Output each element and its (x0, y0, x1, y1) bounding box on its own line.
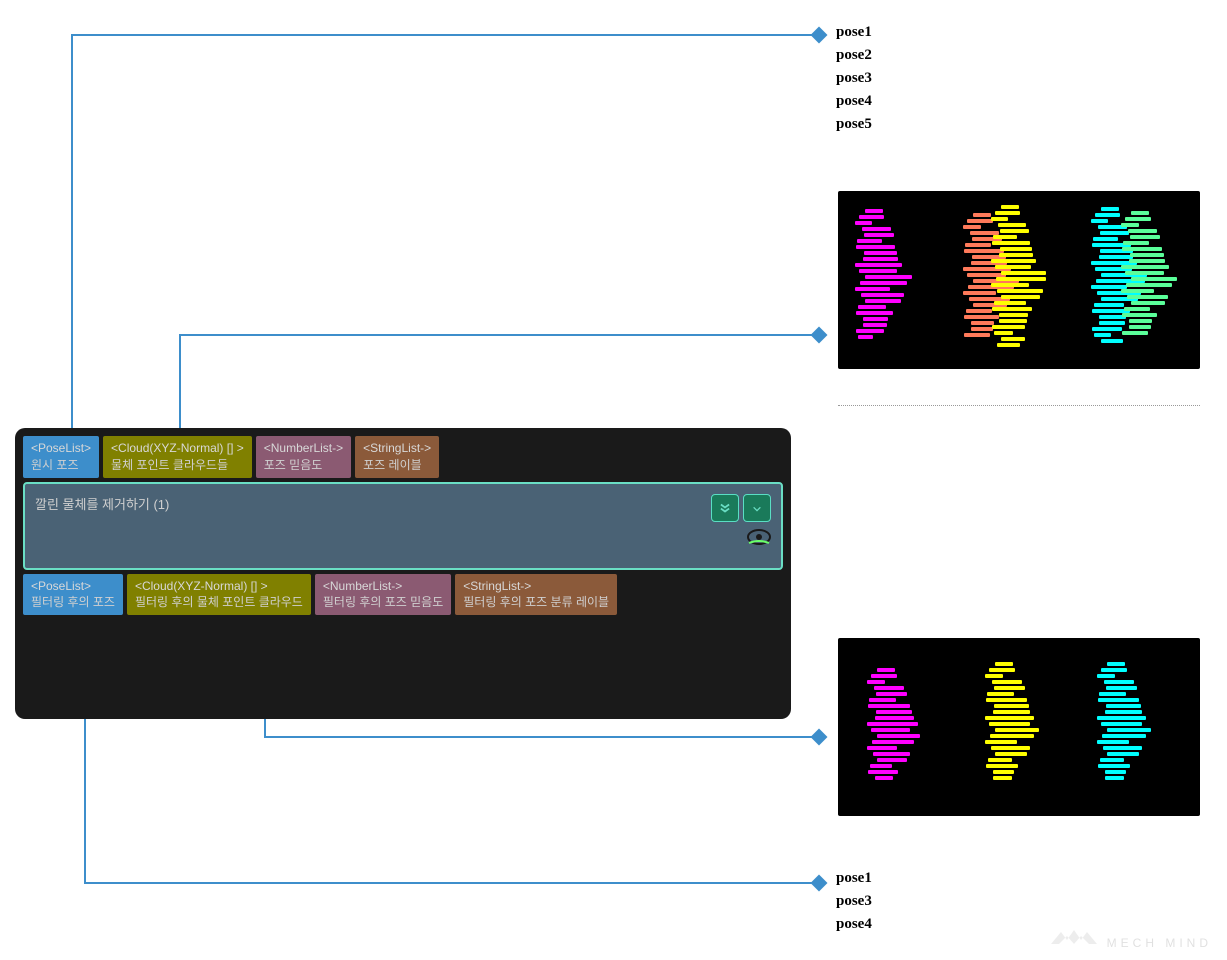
port-label: 포즈 믿음도 (264, 457, 343, 474)
output-port-numberlist[interactable]: <NumberList-> 필터링 후의 포즈 믿음도 (315, 574, 451, 616)
input-port-stringlist[interactable]: <StringList-> 포즈 레이블 (355, 436, 439, 478)
cloud-object (1126, 211, 1177, 335)
port-type: <NumberList-> (323, 578, 443, 595)
output-pose-list: pose1 pose3 pose4 (836, 866, 872, 937)
node-body[interactable]: 깔린 물체를 제거하기 (1) (23, 482, 783, 570)
pose-item: pose4 (836, 91, 872, 112)
node-title: 깔린 물체를 제거하기 (1) (35, 494, 169, 513)
visibility-icon[interactable] (747, 528, 771, 546)
logo-icon (1049, 926, 1099, 950)
pose-item: pose4 (836, 914, 872, 935)
port-type: <PoseList> (31, 578, 115, 595)
port-label: 물체 포인트 클라우드들 (111, 457, 244, 474)
output-port-cloud[interactable]: <Cloud(XYZ-Normal) [] > 필터링 후의 물체 포인트 클라… (127, 574, 311, 616)
diamond-marker (811, 327, 828, 344)
input-pose-list: pose1 pose2 pose3 pose4 pose5 (836, 20, 872, 137)
diamond-marker (811, 27, 828, 44)
output-cloud-preview (838, 638, 1200, 816)
cloud-object (990, 662, 1039, 780)
pose-item: pose1 (836, 868, 872, 889)
diamond-marker (811, 875, 828, 892)
watermark: MECH MIND (1049, 926, 1212, 950)
output-port-stringlist[interactable]: <StringList-> 필터링 후의 포즈 분류 레이블 (455, 574, 617, 616)
output-port-row: <PoseList> 필터링 후의 포즈 <Cloud(XYZ-Normal) … (23, 574, 783, 616)
port-label: 필터링 후의 물체 포인트 클라우드 (135, 594, 303, 611)
port-label: 필터링 후의 포즈 믿음도 (323, 594, 443, 611)
cloud-object (996, 205, 1046, 347)
port-type: <PoseList> (31, 440, 91, 457)
node-panel: <PoseList> 원시 포즈 <Cloud(XYZ-Normal) [] >… (15, 428, 791, 719)
port-type: <NumberList-> (264, 440, 343, 457)
port-type: <Cloud(XYZ-Normal) [] > (135, 578, 303, 595)
eye-icon (747, 529, 771, 545)
arrow-down-icon (750, 501, 764, 515)
double-chevron-down-icon (718, 501, 732, 515)
watermark-text: MECH MIND (1107, 936, 1212, 950)
expand-down-button[interactable] (711, 494, 739, 522)
section-divider (838, 405, 1200, 406)
pose-item: pose3 (836, 891, 872, 912)
input-port-poselist[interactable]: <PoseList> 원시 포즈 (23, 436, 99, 478)
pose-item: pose5 (836, 114, 872, 135)
port-label: 필터링 후의 포즈 (31, 594, 115, 611)
port-label: 필터링 후의 포즈 분류 레이블 (463, 594, 609, 611)
port-label: 포즈 레이블 (363, 457, 431, 474)
port-type: <StringList-> (363, 440, 431, 457)
output-port-poselist[interactable]: <PoseList> 필터링 후의 포즈 (23, 574, 123, 616)
pose-item: pose2 (836, 45, 872, 66)
input-port-row: <PoseList> 원시 포즈 <Cloud(XYZ-Normal) [] >… (23, 436, 783, 478)
input-port-numberlist[interactable]: <NumberList-> 포즈 믿음도 (256, 436, 351, 478)
input-cloud-preview (838, 191, 1200, 369)
diamond-marker (811, 729, 828, 746)
pose-item: pose3 (836, 68, 872, 89)
cloud-object (872, 668, 920, 780)
cloud-object (1102, 662, 1151, 780)
pose-item: pose1 (836, 22, 872, 43)
port-label: 원시 포즈 (31, 457, 91, 474)
execute-button[interactable] (743, 494, 771, 522)
port-type: <StringList-> (463, 578, 609, 595)
input-port-cloud[interactable]: <Cloud(XYZ-Normal) [] > 물체 포인트 클라우드들 (103, 436, 252, 478)
port-type: <Cloud(XYZ-Normal) [] > (111, 440, 244, 457)
cloud-object (860, 209, 912, 339)
